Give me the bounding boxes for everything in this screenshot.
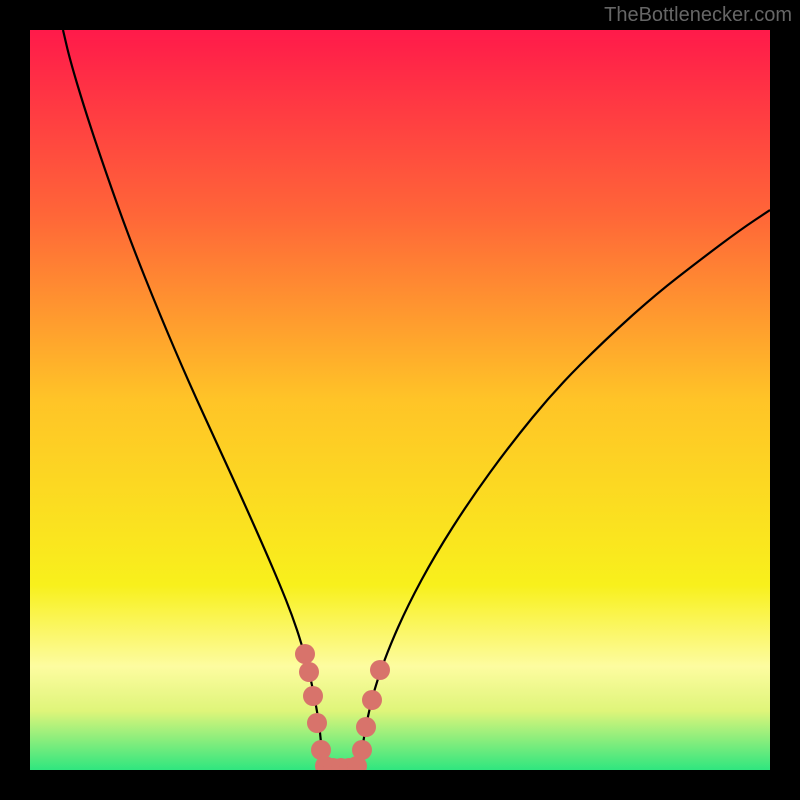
- dotted-markers-point: [295, 644, 315, 664]
- dotted-markers-point: [356, 717, 376, 737]
- dotted-markers-point: [299, 662, 319, 682]
- dotted-markers-point: [362, 690, 382, 710]
- gradient-background: [30, 30, 770, 770]
- plot-area: [30, 30, 770, 770]
- dotted-markers-point: [352, 740, 372, 760]
- chart-frame: TheBottlenecker.com: [0, 0, 800, 800]
- dotted-markers-point: [303, 686, 323, 706]
- watermark-text: TheBottlenecker.com: [604, 4, 792, 27]
- dotted-markers-point: [370, 660, 390, 680]
- chart-svg: [30, 30, 770, 770]
- dotted-markers-point: [307, 713, 327, 733]
